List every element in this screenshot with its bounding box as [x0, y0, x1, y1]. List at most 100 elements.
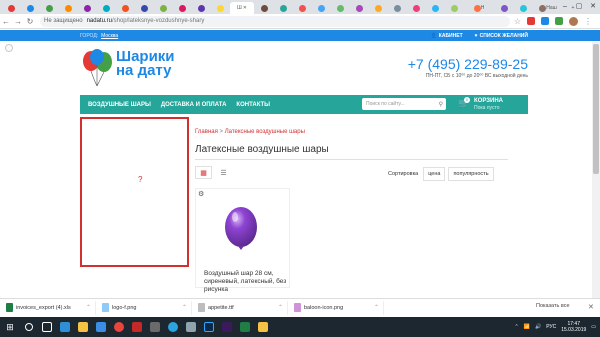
tray-chevron-icon[interactable]: ⌃	[515, 324, 519, 330]
system-clock[interactable]: 17:47 15.03.2019	[561, 321, 586, 333]
extension-icon[interactable]	[555, 17, 563, 25]
task-view-icon[interactable]	[38, 317, 56, 337]
browser-tab[interactable]	[426, 2, 444, 14]
chevron-up-icon[interactable]: ⌃	[278, 304, 283, 311]
forward-icon[interactable]: →	[12, 17, 24, 26]
windows-start-icon[interactable]: ⊞	[0, 317, 20, 337]
volume-icon[interactable]: 🔊	[535, 324, 541, 330]
product-name[interactable]: Воздушный шар 28 см, сиреневый, латексны…	[204, 270, 289, 294]
browser-tab[interactable]	[78, 2, 96, 14]
search-input[interactable]: Поиск по сайту... ⚲	[362, 98, 446, 110]
scrollbar-thumb[interactable]	[593, 44, 599, 174]
breadcrumb-home[interactable]: Главная	[195, 129, 218, 135]
keyboard-language[interactable]: РУС	[546, 324, 556, 330]
city-selector[interactable]: Москва	[101, 33, 118, 39]
site-logo[interactable]: Шарики на дату	[80, 48, 205, 88]
browser-tab[interactable]	[2, 2, 20, 14]
photoshop-icon[interactable]	[200, 317, 218, 337]
tab-favicon-icon	[431, 4, 439, 12]
premiere-icon[interactable]	[218, 317, 236, 337]
browser-tab[interactable]	[495, 2, 513, 14]
browser-tab[interactable]	[173, 2, 191, 14]
chevron-up-icon[interactable]: ⌃	[86, 304, 91, 311]
browser-tab[interactable]	[40, 2, 58, 14]
excel-icon[interactable]	[236, 317, 254, 337]
nav-item-contacts[interactable]: КОНТАКТЫ	[236, 102, 270, 108]
photos-icon[interactable]	[146, 317, 164, 337]
nav-item-balloons[interactable]: ВОЗДУШНЫЕ ШАРЫ	[88, 102, 151, 108]
nav-item-delivery[interactable]: ДОСТАВКА И ОПЛАТА	[161, 102, 227, 108]
explorer-window-icon[interactable]	[254, 317, 272, 337]
bookmark-star-icon[interactable]: ☆	[514, 17, 521, 26]
tab-favicon-icon	[121, 4, 129, 12]
chevron-up-icon[interactable]: ⌃	[182, 304, 187, 311]
browser-tab[interactable]	[154, 2, 172, 14]
page-scrollbar[interactable]	[592, 41, 600, 298]
url-input[interactable]: Не защищено nadatu.ru/shop/lateksnye-voz…	[40, 15, 510, 27]
tab-close-icon[interactable]: ✕	[243, 5, 247, 11]
network-icon[interactable]: 📶	[524, 324, 530, 330]
browser-tab[interactable]	[407, 2, 425, 14]
browser-tab[interactable]	[97, 2, 115, 14]
sort-by-popularity-button[interactable]: популярность	[448, 167, 494, 181]
wishlist-link[interactable]: ♥ СПИСОК ЖЕЛАНИЙ	[475, 33, 528, 39]
filezilla-icon[interactable]	[128, 317, 146, 337]
browser-tab[interactable]	[211, 2, 229, 14]
grid-view-button[interactable]: ▦	[195, 166, 212, 179]
reload-icon[interactable]: ↻	[24, 17, 36, 26]
chevron-up-icon[interactable]: ⌃	[374, 304, 379, 311]
browser-tab[interactable]	[59, 2, 77, 14]
browser-tab[interactable]	[293, 2, 311, 14]
phone-number[interactable]: +7 (495) 229-89-25	[408, 56, 528, 72]
menu-kebab-icon[interactable]: ⋮	[584, 17, 592, 26]
maximize-icon[interactable]: ▢	[572, 0, 586, 14]
minimize-icon[interactable]: –	[558, 0, 572, 14]
extension-icon[interactable]	[527, 17, 535, 25]
file-explorer-icon[interactable]	[74, 317, 92, 337]
sort-by-price-button[interactable]: цена	[423, 167, 446, 181]
browser-tab[interactable]	[514, 2, 532, 14]
list-view-button[interactable]: ☰	[215, 166, 232, 179]
chrome-icon[interactable]	[110, 317, 128, 337]
widget-icon[interactable]	[5, 44, 13, 52]
browser-tab[interactable]	[135, 2, 153, 14]
show-all-downloads-link[interactable]: Показать все	[536, 303, 570, 309]
browser-tab[interactable]	[274, 2, 292, 14]
browser-tab[interactable]	[312, 2, 330, 14]
browser-tab[interactable]	[388, 2, 406, 14]
search-icon[interactable]: ⚲	[439, 101, 443, 108]
store-icon[interactable]	[92, 317, 110, 337]
browser-tab[interactable]: Н	[464, 2, 494, 14]
download-item[interactable]: appetite.ttf ⌃	[192, 300, 288, 315]
back-icon[interactable]: ←	[0, 17, 12, 26]
edge-browser-icon[interactable]	[56, 317, 74, 337]
cart-button[interactable]: 🛒 0 КОРЗИНА Пока пусто	[458, 97, 518, 112]
font-file-icon	[198, 303, 205, 312]
browser-tab[interactable]	[21, 2, 39, 14]
profile-avatar[interactable]	[569, 16, 578, 26]
notifications-icon[interactable]: ▭	[591, 324, 596, 330]
browser-tab[interactable]	[350, 2, 368, 14]
download-item[interactable]: logo-f.png ⌃	[96, 300, 192, 315]
breadcrumb-current[interactable]: Латексные воздушные шары	[225, 129, 305, 135]
browser-tab[interactable]	[369, 2, 387, 14]
browser-tab[interactable]	[445, 2, 463, 14]
browser-tab[interactable]	[192, 2, 210, 14]
product-card[interactable]: ⚙ Воздушный шар 28 см, сиреневый, латекс…	[195, 188, 290, 293]
browser-tab[interactable]	[331, 2, 349, 14]
close-icon[interactable]: ✕	[586, 0, 600, 14]
browser-tab[interactable]	[255, 2, 273, 14]
download-item[interactable]: baloon-icon.png ⌃	[288, 300, 384, 315]
extension-icon[interactable]	[541, 17, 549, 25]
cabinet-link[interactable]: 👤 КАБИНЕТ	[431, 33, 463, 39]
insecure-indicator[interactable]: Не защищено	[44, 18, 83, 24]
search-icon[interactable]	[20, 317, 38, 337]
close-icon[interactable]: ✕	[588, 303, 594, 311]
notepad-icon[interactable]	[182, 317, 200, 337]
gear-icon[interactable]: ⚙	[198, 190, 204, 198]
browser-tab-active[interactable]: Ш ✕	[230, 2, 254, 14]
balloon-product-image[interactable]	[216, 201, 266, 261]
browser-tab[interactable]	[116, 2, 134, 14]
telegram-icon[interactable]	[164, 317, 182, 337]
download-item[interactable]: invoices_export (4).xls ⌃	[0, 300, 96, 315]
